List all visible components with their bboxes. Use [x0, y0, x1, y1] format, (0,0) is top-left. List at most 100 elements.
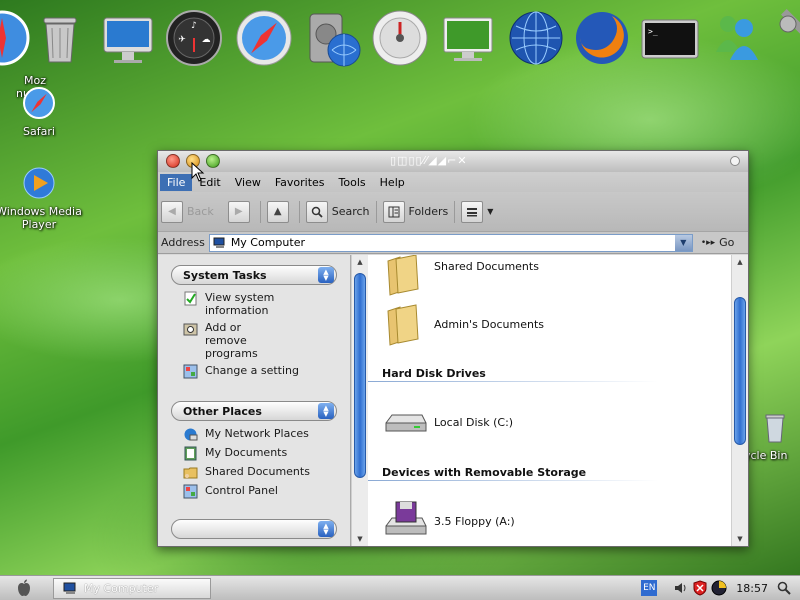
- recycle-bin-icon: [765, 414, 785, 443]
- network-globe-icon[interactable]: [506, 8, 566, 68]
- details-header[interactable]: ▲ ▼: [171, 519, 337, 539]
- go-arrow-icon: •▸▸: [700, 237, 716, 248]
- scrollbar-thumb[interactable]: [354, 273, 366, 478]
- address-label: Address: [161, 236, 205, 249]
- menu-file[interactable]: File: [160, 173, 193, 191]
- task-pane: System Tasks ▲ ▼ View system information …: [158, 255, 351, 546]
- scroll-down-arrow-icon[interactable]: ▼: [352, 532, 368, 546]
- close-button[interactable]: [166, 154, 180, 168]
- clock[interactable]: 18:57: [736, 582, 768, 595]
- my-documents-icon: [184, 446, 197, 461]
- place-control-panel[interactable]: Control Panel: [183, 484, 337, 499]
- control-panel-icon: [183, 364, 198, 379]
- folder-icon: [387, 304, 419, 346]
- search-label: Search: [331, 205, 370, 218]
- safari-icon[interactable]: [234, 8, 294, 68]
- svg-text:✈: ✈: [178, 35, 186, 45]
- scroll-down-arrow-icon[interactable]: ▼: [732, 532, 748, 546]
- folders-button[interactable]: Folders: [382, 200, 449, 224]
- menu-help[interactable]: Help: [373, 174, 412, 191]
- drive-label: Local Disk (C:): [434, 415, 514, 429]
- dashboard-icon[interactable]: ♪ ✈ ☁: [164, 8, 224, 68]
- forward-button[interactable]: ▶: [227, 200, 254, 224]
- titlebar-dot-button[interactable]: [730, 156, 740, 166]
- system-tasks-list: View system information Add or remove pr…: [171, 285, 337, 387]
- scrollbar-thumb[interactable]: [734, 297, 746, 445]
- taskbar-task-my-computer[interactable]: My Computer: [53, 578, 211, 599]
- file-label: Admin's Documents: [434, 317, 545, 331]
- removable-storage-header: Devices with Removable Storage: [382, 466, 587, 479]
- views-button[interactable]: ▼: [461, 200, 493, 224]
- place-shared-documents[interactable]: Shared Documents: [183, 465, 337, 480]
- language-indicator[interactable]: EN: [641, 580, 658, 596]
- back-button[interactable]: ◀ Back: [161, 200, 222, 224]
- display-icon[interactable]: [438, 8, 498, 68]
- toolbar-separator: [259, 200, 261, 223]
- task-change-setting[interactable]: Change a setting: [183, 364, 337, 379]
- scroll-up-arrow-icon[interactable]: ▲: [352, 255, 368, 269]
- drive-local-disk-c[interactable]: Local Disk (C:): [382, 399, 513, 445]
- system-tray: EN 18:57: [641, 576, 800, 600]
- terminal-icon[interactable]: >_: [640, 8, 700, 68]
- firefox-icon[interactable]: [572, 8, 632, 68]
- place-my-network-places[interactable]: My Network Places: [183, 427, 337, 442]
- dock: ♪ ✈ ☁ >_: [0, 0, 800, 76]
- toolbar: ◀ Back ▶ ▲ Search Folders ▼: [158, 192, 748, 232]
- file-shared-documents[interactable]: Shared Documents: [382, 255, 539, 297]
- drive-label: 3.5 Floppy (A:): [434, 514, 515, 528]
- maximize-button[interactable]: [206, 154, 220, 168]
- safari-icon: [23, 87, 55, 119]
- address-input[interactable]: My Computer ▼: [208, 233, 693, 252]
- messenger-icon[interactable]: [706, 8, 766, 68]
- shared-folder-icon: [183, 467, 198, 479]
- collapse-icon[interactable]: ▲ ▼: [318, 521, 334, 537]
- menu-view[interactable]: View: [228, 174, 268, 191]
- imac-icon[interactable]: [98, 8, 158, 68]
- folder-icon: [387, 255, 419, 296]
- up-button[interactable]: ▲: [266, 200, 293, 224]
- network-drive-icon[interactable]: [304, 8, 364, 68]
- drive-floppy-a[interactable]: 3.5 Floppy (A:): [382, 498, 515, 544]
- scroll-up-arrow-icon[interactable]: ▲: [732, 255, 748, 269]
- title-bar[interactable]: ▯◫▯▯⁄⁄◢◢⌐✕: [158, 151, 748, 172]
- views-dropdown-icon: ▼: [487, 207, 494, 216]
- security-alert-icon[interactable]: [692, 580, 708, 596]
- system-preferences-icon[interactable]: [772, 8, 800, 68]
- taskpane-scrollbar[interactable]: ▲ ▼: [351, 255, 368, 546]
- menu-bar: File Edit View Favorites Tools Help: [158, 172, 748, 192]
- other-places-header[interactable]: Other Places ▲ ▼: [171, 401, 337, 421]
- group-divider: [368, 381, 658, 382]
- mouse-cursor-icon: [191, 162, 205, 182]
- search-icon[interactable]: [776, 580, 792, 596]
- desktop-icon-windows-media-player[interactable]: Windows Media Player: [0, 166, 84, 231]
- desktop-icon-safari[interactable]: Safari: [0, 86, 84, 138]
- task-label: Change a setting: [205, 364, 299, 377]
- desktop-icon-recycle-bin[interactable]: ycle Bin: [740, 410, 800, 462]
- collapse-icon[interactable]: ▲ ▼: [318, 267, 334, 283]
- go-label: Go: [719, 236, 735, 249]
- task-view-system-information[interactable]: View system information: [183, 291, 337, 317]
- menu-tools[interactable]: Tools: [332, 174, 373, 191]
- network-status-icon[interactable]: [711, 580, 727, 596]
- place-label: My Documents: [205, 446, 288, 459]
- go-button[interactable]: •▸▸ Go: [701, 236, 735, 249]
- volume-icon[interactable]: [673, 580, 689, 596]
- file-admins-documents[interactable]: Admin's Documents: [382, 301, 544, 347]
- content-scrollbar[interactable]: ▲ ▼: [731, 255, 748, 546]
- address-dropdown-button[interactable]: ▼: [674, 234, 692, 251]
- place-my-documents[interactable]: My Documents: [183, 446, 337, 461]
- menu-favorites[interactable]: Favorites: [268, 174, 332, 191]
- folders-label: Folders: [408, 205, 449, 218]
- svg-text:☁: ☁: [202, 35, 211, 45]
- start-button[interactable]: [0, 576, 48, 600]
- task-label: My Computer: [84, 582, 159, 595]
- search-button[interactable]: Search: [305, 200, 370, 224]
- checkmark-document-icon: [184, 291, 197, 306]
- folders-icon: [382, 200, 405, 223]
- disk-utility-icon[interactable]: [370, 8, 430, 68]
- collapse-icon[interactable]: ▲ ▼: [318, 403, 334, 419]
- media-player-icon: [23, 167, 55, 199]
- control-panel-icon: [183, 484, 198, 499]
- task-add-remove-programs[interactable]: Add or remove programs: [183, 321, 337, 360]
- system-tasks-header[interactable]: System Tasks ▲ ▼: [171, 265, 337, 285]
